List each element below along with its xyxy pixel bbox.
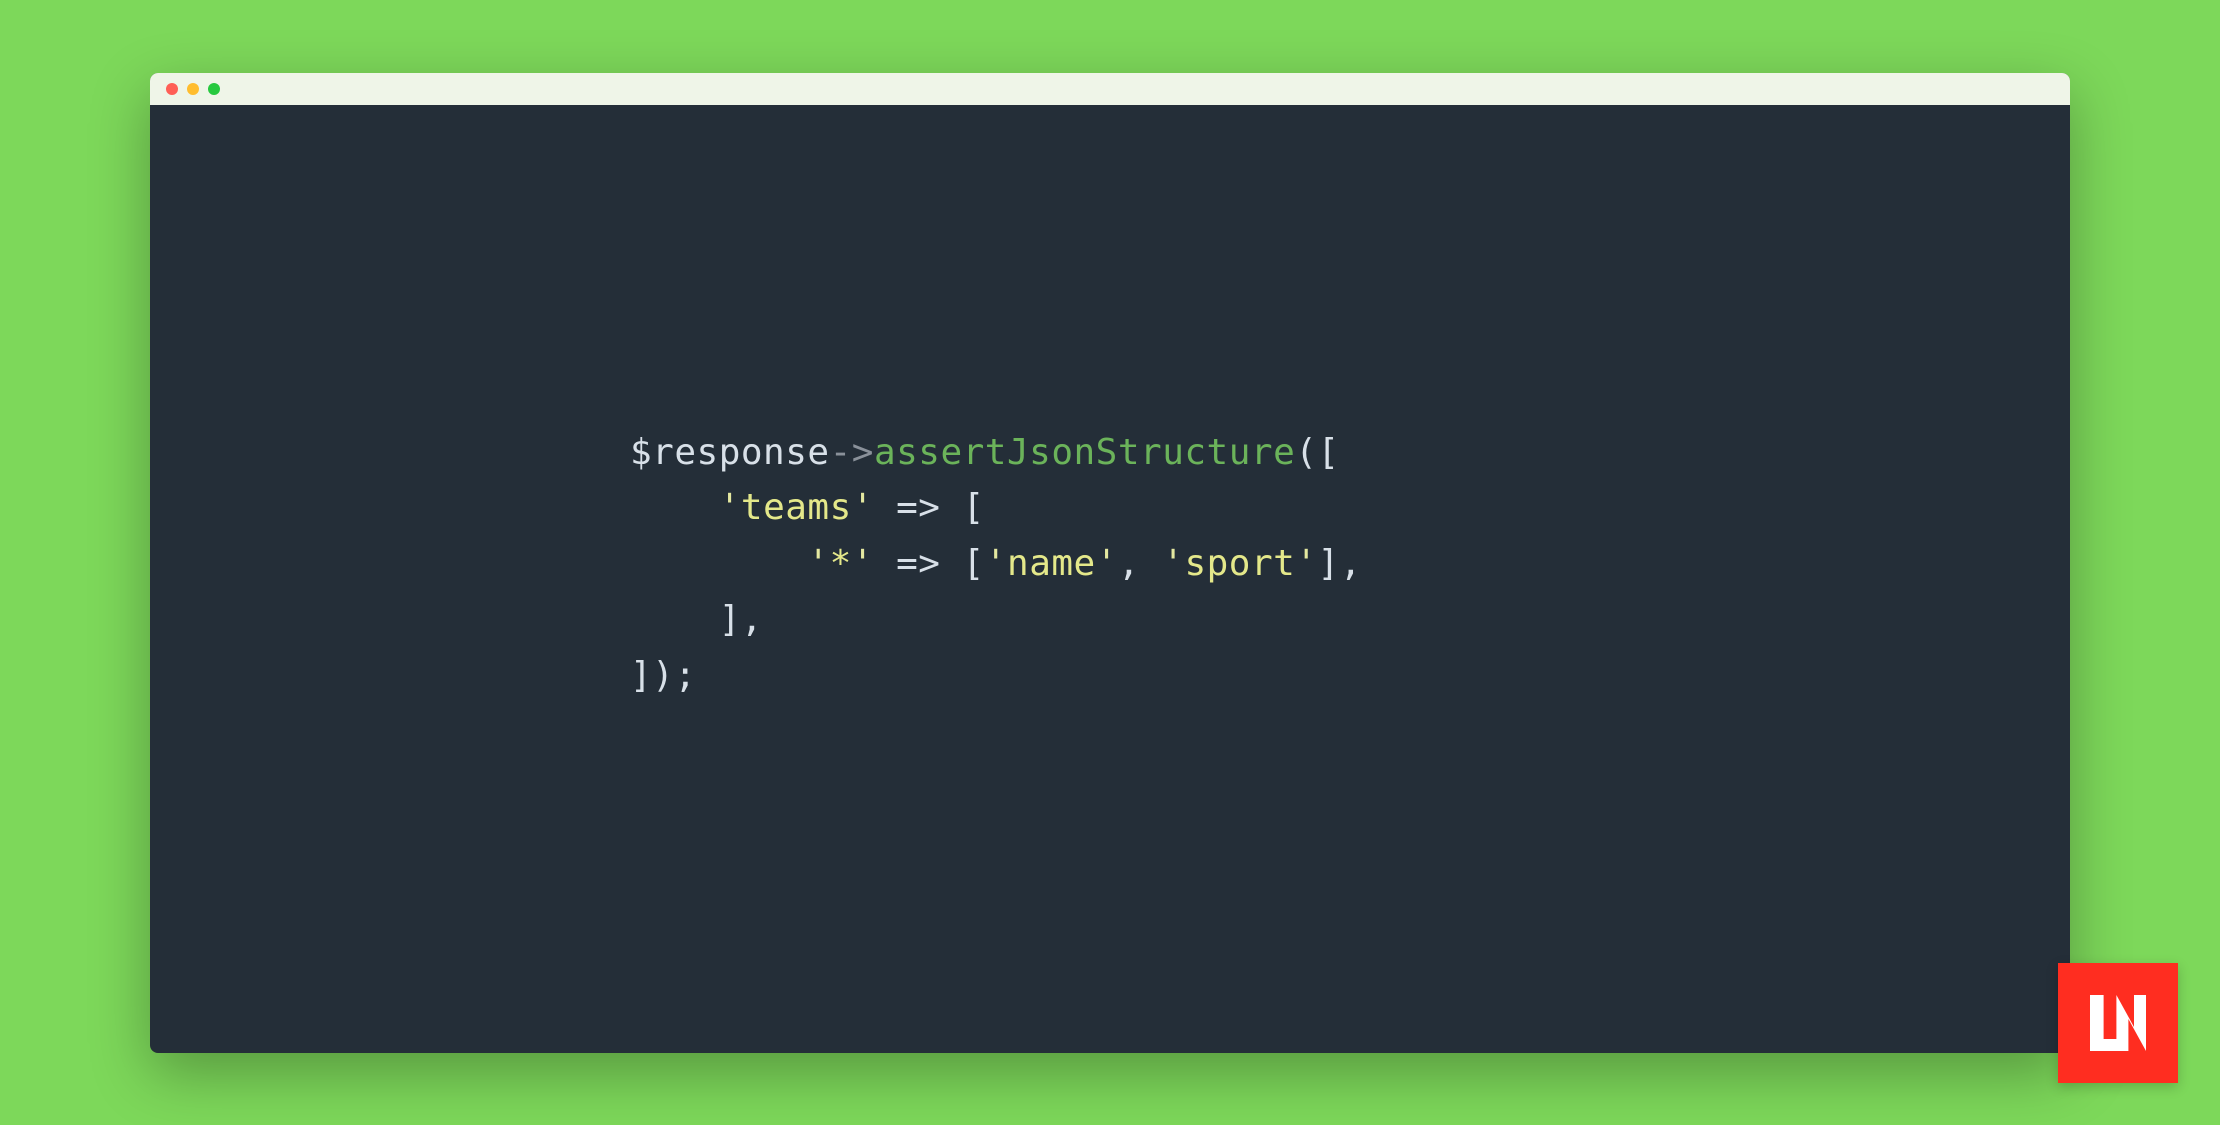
punct-token: => [ [874, 543, 985, 584]
method-token: assertJsonStructure [874, 432, 1295, 473]
quote-token: ' [852, 487, 874, 528]
quote-token: ' [1295, 543, 1317, 584]
quote-token: ' [807, 543, 829, 584]
indent [630, 487, 719, 528]
quote-token: ' [852, 543, 874, 584]
variable-token: $response [630, 432, 830, 473]
punct-token: ], [719, 599, 763, 640]
code-line-4: ], [630, 592, 2070, 648]
code-block: $response->assertJsonStructure([ 'teams'… [150, 105, 2070, 704]
quote-token: ' [1096, 543, 1118, 584]
quote-token: ' [719, 487, 741, 528]
indent [630, 599, 719, 640]
minimize-icon[interactable] [187, 83, 199, 95]
code-editor-window: $response->assertJsonStructure([ 'teams'… [150, 73, 2070, 1053]
code-line-1: $response->assertJsonStructure([ [630, 425, 2070, 481]
punct-token: ], [1318, 543, 1362, 584]
punct-token: , [1118, 543, 1162, 584]
code-line-2: 'teams' => [ [630, 480, 2070, 536]
indent [630, 543, 807, 584]
string-token: * [830, 543, 852, 584]
close-icon[interactable] [166, 83, 178, 95]
quote-token: ' [1162, 543, 1184, 584]
laravel-news-logo [2058, 963, 2178, 1083]
punct-token: => [ [874, 487, 985, 528]
code-line-5: ]); [630, 648, 2070, 704]
maximize-icon[interactable] [208, 83, 220, 95]
operator-token: -> [830, 432, 874, 473]
quote-token: ' [985, 543, 1007, 584]
window-title-bar [150, 73, 2070, 105]
punct-token: ]); [630, 655, 697, 696]
string-token: teams [741, 487, 852, 528]
string-token: sport [1184, 543, 1295, 584]
string-token: name [1007, 543, 1096, 584]
ln-logo-icon [2078, 983, 2158, 1063]
punct-token: ([ [1295, 432, 1339, 473]
code-line-3: '*' => ['name', 'sport'], [630, 536, 2070, 592]
